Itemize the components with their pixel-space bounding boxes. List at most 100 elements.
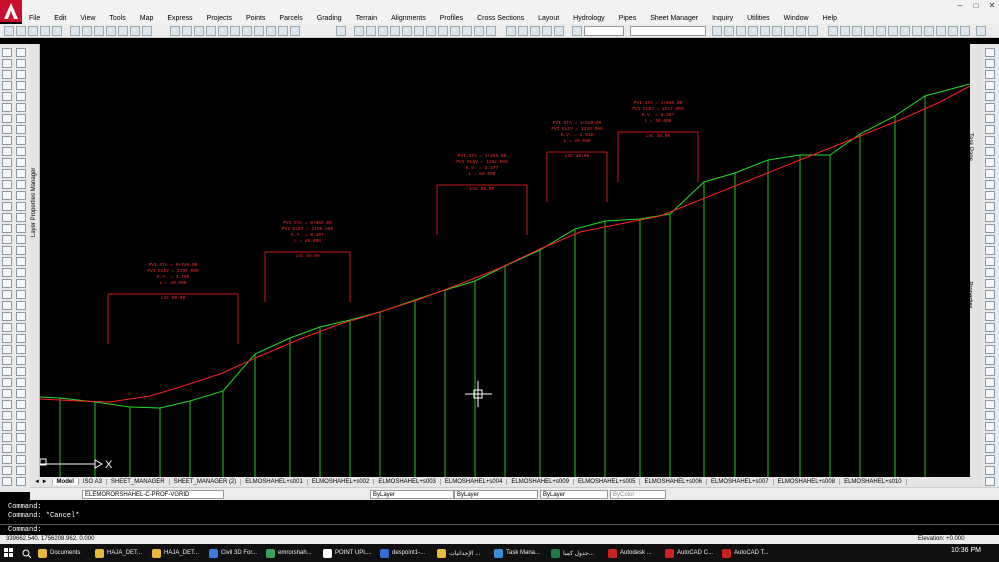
modify-tool-icon[interactable] [16, 81, 26, 90]
modify-tool-icon[interactable] [16, 367, 26, 376]
snap-tool-icon[interactable] [985, 169, 995, 178]
pipe-icon[interactable] [474, 26, 484, 36]
tab-nav-arrows[interactable]: ◄ ► [30, 479, 53, 485]
modify-tool-icon[interactable] [16, 246, 26, 255]
tab-layout[interactable]: ELMOSHAHEL+s003 [374, 479, 441, 485]
menu-profiles[interactable]: Profiles [433, 15, 470, 22]
table-icon[interactable] [462, 26, 472, 36]
markup-icon[interactable] [266, 26, 276, 36]
modify-tool-icon[interactable] [16, 191, 26, 200]
taskbar-item[interactable]: جدول كميا... [551, 546, 606, 560]
zoom-all-icon[interactable] [736, 26, 746, 36]
modify-tool-icon[interactable] [16, 70, 26, 79]
tab-layout[interactable]: ELMOSHAHEL+s008 [774, 479, 841, 485]
alignment-icon[interactable] [354, 26, 364, 36]
zoom-window-icon[interactable] [194, 26, 204, 36]
draw-tool-icon[interactable] [2, 400, 12, 409]
snap-none-icon[interactable] [948, 26, 958, 36]
draw-tool-icon[interactable] [2, 103, 12, 112]
layer-combo[interactable]: ELEMORORSHAHEL-C-PROF-VGRID [82, 490, 224, 499]
taskbar-item[interactable]: HAJA_DET... [95, 546, 150, 560]
modify-tool-icon[interactable] [16, 334, 26, 343]
snap-intersection-icon[interactable] [864, 26, 874, 36]
draw-tool-icon[interactable] [2, 235, 12, 244]
right-side-panels[interactable]: Task Pane Properties [967, 44, 983, 492]
modify-tool-icon[interactable] [16, 400, 26, 409]
menu-grading[interactable]: Grading [310, 15, 349, 22]
modify-tool-icon[interactable] [16, 389, 26, 398]
menu-terrain[interactable]: Terrain [349, 15, 384, 22]
design-center-icon[interactable] [230, 26, 240, 36]
snap-endpoint-icon[interactable] [840, 26, 850, 36]
profile-drawing[interactable]: PVI STA = 0+740.00PVI ELEV = 2190.000K.V… [39, 44, 971, 477]
layer-prev-icon[interactable] [530, 26, 540, 36]
snap-perpendicular-icon[interactable] [912, 26, 922, 36]
draw-tool-icon[interactable] [2, 169, 12, 178]
modify-tool-icon[interactable] [16, 466, 26, 475]
point-icon[interactable] [438, 26, 448, 36]
draw-tool-icon[interactable] [2, 70, 12, 79]
draw-tool-icon[interactable] [2, 158, 12, 167]
taskbar-item[interactable]: AutoCAD C... [665, 546, 720, 560]
command-line[interactable]: Command: [0, 524, 999, 535]
snap-tool-icon[interactable] [985, 81, 995, 90]
snap-tool-icon[interactable] [985, 444, 995, 453]
tab-layout[interactable]: SHEET_MANAGER (2) [170, 479, 242, 485]
zoom-center-icon[interactable] [784, 26, 794, 36]
modify-tool-icon[interactable] [16, 422, 26, 431]
snap-tool-icon[interactable] [985, 224, 995, 233]
taskbar-item[interactable]: HAJA_DET... [152, 546, 207, 560]
calculator-icon[interactable] [278, 26, 288, 36]
snap-tool-icon[interactable] [985, 103, 995, 112]
tab-layout[interactable]: ELMOSHAHEL+s010 [840, 479, 907, 485]
snap-tool-icon[interactable] [985, 246, 995, 255]
layer-uniso-icon[interactable] [554, 26, 564, 36]
modify-tool-icon[interactable] [16, 103, 26, 112]
draw-tool-icon[interactable] [2, 81, 12, 90]
menu-window[interactable]: Window [777, 15, 816, 22]
snap-tool-icon[interactable] [985, 235, 995, 244]
color-combo[interactable]: ByLayer [370, 490, 454, 499]
modify-tool-icon[interactable] [16, 235, 26, 244]
taskbar-item[interactable]: Autodesk ... [608, 546, 663, 560]
modify-tool-icon[interactable] [16, 92, 26, 101]
menu-pipes[interactable]: Pipes [612, 15, 644, 22]
modify-tool-icon[interactable] [16, 48, 26, 57]
snap-tool-icon[interactable] [985, 466, 995, 475]
snap-quadrant-icon[interactable] [888, 26, 898, 36]
minimize-icon[interactable]: – [953, 0, 967, 10]
draw-tool-icon[interactable] [2, 323, 12, 332]
zoom-previous-icon[interactable] [206, 26, 216, 36]
snap-tool-icon[interactable] [985, 356, 995, 365]
menu-hydrology[interactable]: Hydrology [566, 15, 612, 22]
draw-tool-icon[interactable] [2, 92, 12, 101]
linetype-combo[interactable]: ByLayer [454, 490, 538, 499]
taskbar-item[interactable]: Civil 3D For... [209, 546, 264, 560]
snap-tangent-icon[interactable] [900, 26, 910, 36]
menu-map[interactable]: Map [133, 15, 161, 22]
modify-tool-icon[interactable] [16, 202, 26, 211]
snap-tool-icon[interactable] [985, 411, 995, 420]
snap-tool-icon[interactable] [985, 312, 995, 321]
layer-match-icon[interactable] [572, 26, 582, 36]
tab-layout[interactable]: Model [52, 479, 79, 485]
modify-tool-icon[interactable] [16, 147, 26, 156]
layer-iso-icon[interactable] [542, 26, 552, 36]
zoom-previous-2-icon[interactable] [808, 26, 818, 36]
taskbar-item[interactable]: Documents [38, 546, 93, 560]
modify-tool-icon[interactable] [16, 345, 26, 354]
plotstyle-combo[interactable]: ByColor [610, 490, 666, 499]
snap-tool-icon[interactable] [985, 257, 995, 266]
snap-extra-icon[interactable] [976, 26, 986, 36]
tab-layout[interactable]: ELMOSHAHEL+s005 [574, 479, 641, 485]
menu-alignments[interactable]: Alignments [384, 15, 433, 22]
menu-file[interactable]: File [22, 15, 47, 22]
help-icon[interactable] [290, 26, 300, 36]
paste-icon[interactable] [94, 26, 104, 36]
menu-utilities[interactable]: Utilities [740, 15, 777, 22]
app-logo[interactable] [0, 0, 22, 22]
draw-tool-icon[interactable] [2, 114, 12, 123]
new-icon[interactable] [4, 26, 14, 36]
menu-inquiry[interactable]: Inquiry [705, 15, 740, 22]
snap-tool-icon[interactable] [985, 59, 995, 68]
